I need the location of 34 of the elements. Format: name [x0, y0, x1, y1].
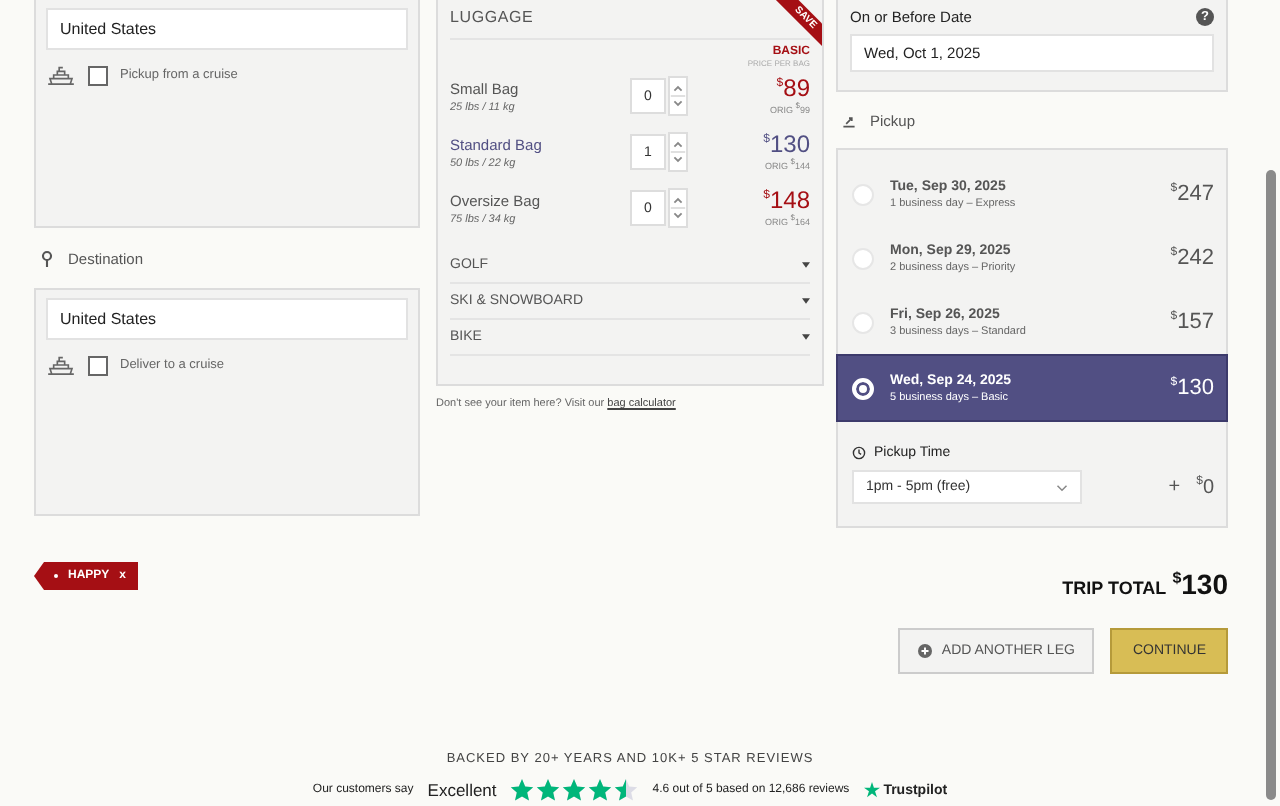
radio-button[interactable]	[852, 183, 874, 205]
clock-icon	[852, 446, 866, 460]
option-price: $^{$}$130	[1170, 376, 1214, 400]
pickup-icon	[842, 111, 856, 129]
radio-button[interactable]	[852, 311, 874, 333]
ship-icon	[46, 354, 76, 376]
checkbox[interactable]	[88, 355, 108, 375]
ship-icon	[46, 64, 76, 86]
star-icon	[536, 778, 561, 802]
bag-price: $^{$}$89	[776, 76, 810, 101]
star-icon	[614, 778, 639, 802]
bag-price: $^{$}$148	[763, 188, 810, 213]
checkbox[interactable]	[88, 65, 108, 85]
star-icon	[510, 778, 535, 802]
total-label: TRIP TOTAL	[1062, 578, 1167, 598]
stepper-icon[interactable]	[668, 188, 688, 228]
chevron-down-icon	[1056, 483, 1068, 491]
time-price: $^{$}$0	[1196, 475, 1214, 499]
country-field[interactable]: United States	[46, 298, 408, 340]
option-price: $^{$}$157	[1170, 310, 1214, 334]
location-pin-icon	[40, 249, 54, 267]
stepper-icon[interactable]	[668, 132, 688, 172]
plus-circle-icon	[917, 644, 932, 658]
stepper-icon[interactable]	[668, 76, 688, 116]
rating-word: Excellent	[427, 780, 497, 800]
option-price: $^{$}$247	[1170, 182, 1214, 206]
star-icon	[562, 778, 587, 802]
star-icon	[588, 778, 613, 802]
plus-sign: +	[1168, 476, 1181, 498]
total-amount: $^{$}$130	[1172, 568, 1228, 600]
option-price: $^{$}$242	[1170, 246, 1214, 270]
bag-price: $^{$}$130	[763, 132, 810, 157]
radio-button[interactable]	[852, 247, 874, 269]
country-field[interactable]: United States	[46, 8, 408, 50]
